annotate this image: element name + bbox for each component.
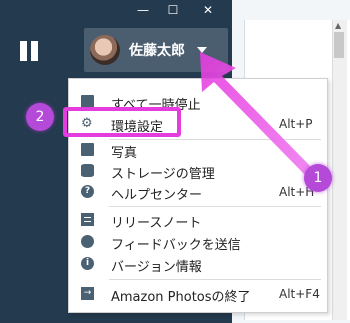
step-badge-1: 1 <box>304 164 332 192</box>
annotation-arrow <box>200 52 314 176</box>
step-badge-2: 2 <box>26 103 54 131</box>
